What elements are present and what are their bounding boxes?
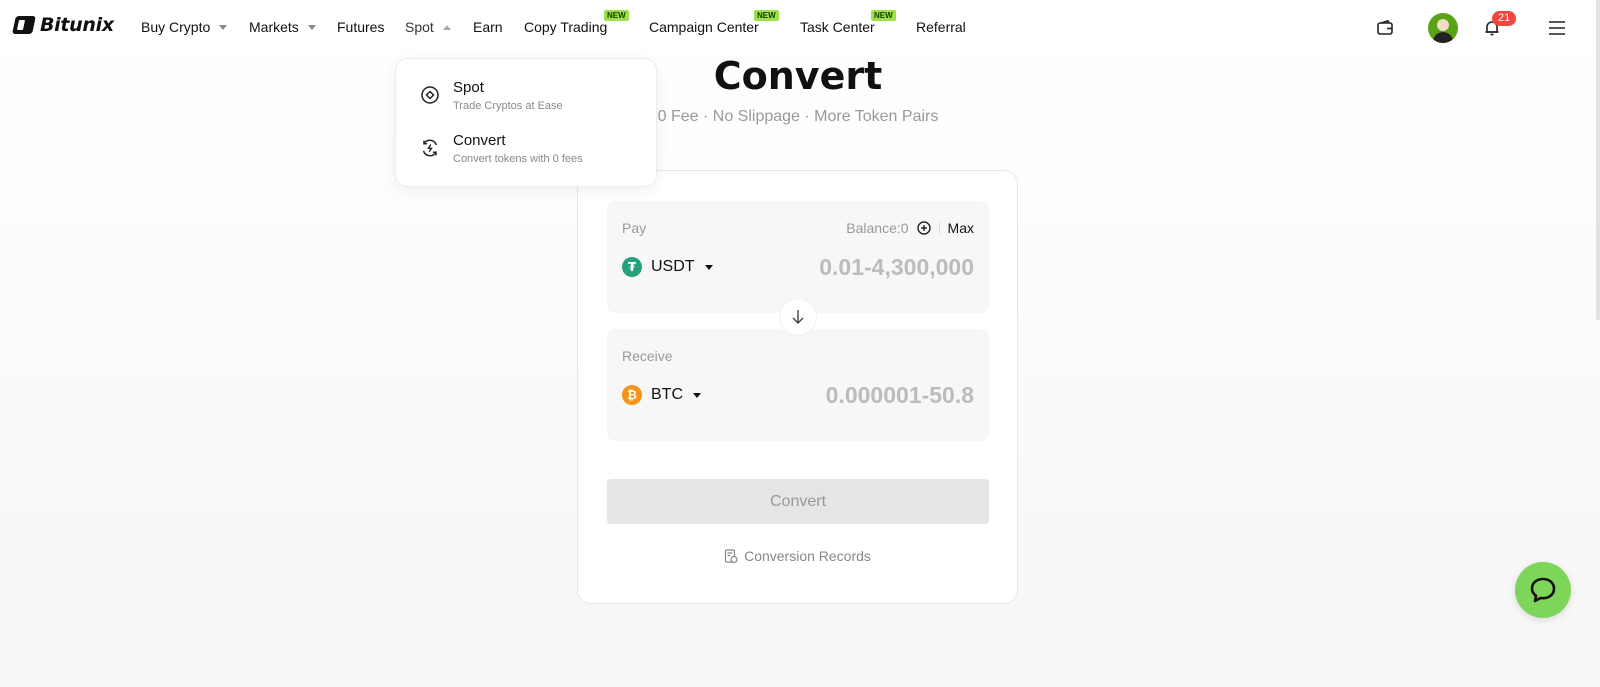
spot-target-icon [420, 85, 440, 105]
new-badge: NEW [604, 10, 629, 21]
pay-label: Pay [622, 220, 647, 236]
nav-spot[interactable]: Spot [405, 19, 451, 35]
receive-label: Receive [622, 348, 673, 364]
live-chat-button[interactable] [1515, 562, 1571, 618]
user-avatar[interactable] [1428, 13, 1458, 43]
new-badge: NEW [754, 10, 779, 21]
add-funds-icon[interactable] [916, 221, 931, 235]
menu-item-spot[interactable]: Spot Trade Cryptos at Ease [420, 79, 563, 112]
nav-futures[interactable]: Futures [337, 19, 384, 35]
nav-copy-trading[interactable]: Copy Trading [524, 19, 607, 35]
receive-panel: Receive ₿ BTC [607, 329, 989, 441]
notification-badge: 21 [1492, 11, 1517, 26]
nav-referral-label: Referral [916, 19, 966, 35]
caret-down-icon [693, 392, 701, 398]
swap-direction-button[interactable] [779, 298, 817, 336]
chevron-up-icon [442, 24, 451, 30]
max-button[interactable]: Max [948, 220, 974, 236]
chevron-down-icon [219, 24, 228, 30]
menu-item-subtitle: Convert tokens with 0 fees [453, 153, 583, 165]
spot-dropdown-menu: Spot Trade Cryptos at Ease Convert Conve… [395, 58, 657, 187]
usdt-coin-icon: ₮ [622, 257, 642, 277]
nav-buy-crypto[interactable]: Buy Crypto [141, 19, 228, 35]
arrow-down-icon [792, 310, 804, 324]
chat-bubble-icon [1530, 577, 1556, 603]
receive-amount-input[interactable] [744, 379, 974, 411]
chevron-down-icon [307, 24, 316, 30]
nav-earn[interactable]: Earn [473, 19, 503, 35]
receive-token-symbol: BTC [651, 386, 683, 403]
nav-copy-trading-label: Copy Trading [524, 19, 608, 35]
brand-name: Bitunix [40, 14, 114, 36]
menu-item-title: Convert [453, 132, 506, 149]
conversion-records-link[interactable]: Conversion Records [578, 548, 1017, 564]
pay-amount-input[interactable] [744, 251, 974, 283]
nav-markets-label: Markets [249, 19, 299, 35]
wallet-icon[interactable] [1376, 19, 1394, 42]
records-label: Conversion Records [744, 548, 871, 564]
pay-token-selector[interactable]: ₮ USDT [622, 257, 713, 277]
menu-item-subtitle: Trade Cryptos at Ease [453, 100, 563, 112]
convert-cycle-icon [420, 138, 440, 158]
pay-token-symbol: USDT [651, 258, 695, 275]
convert-card: Pay Balance:0 Max ₮ USDT Receive ₿ [577, 170, 1018, 604]
top-nav-bar: Bitunix Buy Crypto Markets Futures Spot … [0, 0, 1600, 56]
page-scrollbar[interactable] [1596, 0, 1600, 320]
btc-coin-icon: ₿ [622, 385, 642, 405]
menu-item-title: Spot [453, 79, 484, 96]
new-badge: NEW [871, 10, 896, 21]
hamburger-menu-icon[interactable] [1548, 20, 1566, 41]
page-title: Convert [713, 54, 883, 98]
caret-down-icon [704, 264, 713, 270]
nav-task-center-label: Task Center [800, 19, 875, 35]
nav-campaign-center[interactable]: Campaign Center [649, 19, 759, 35]
nav-task-center[interactable]: Task Center [800, 19, 875, 35]
nav-futures-label: Futures [337, 19, 385, 35]
logo-mark-icon [12, 16, 36, 34]
nav-earn-label: Earn [473, 19, 503, 35]
nav-spot-label: Spot [405, 19, 434, 35]
balance-row: Balance:0 Max [846, 220, 974, 236]
page-subtitle: 0 Fee · No Slippage · More Token Pairs [657, 108, 939, 125]
pay-panel: Pay Balance:0 Max ₮ USDT [607, 201, 989, 313]
nav-campaign-center-label: Campaign Center [649, 19, 759, 35]
receive-token-selector[interactable]: ₿ BTC [622, 385, 701, 405]
convert-button[interactable]: Convert [607, 479, 989, 524]
menu-item-convert[interactable]: Convert Convert tokens with 0 fees [420, 132, 583, 165]
bitunix-logo[interactable]: Bitunix [12, 14, 114, 36]
divider [938, 222, 940, 234]
records-icon [724, 548, 738, 563]
nav-markets[interactable]: Markets [249, 19, 316, 35]
balance-text: Balance:0 [846, 220, 909, 236]
nav-referral[interactable]: Referral [916, 19, 966, 35]
nav-buy-crypto-label: Buy Crypto [141, 19, 211, 35]
